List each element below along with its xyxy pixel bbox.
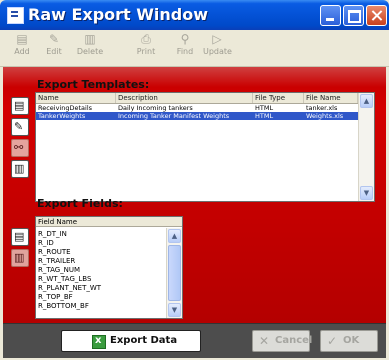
delete-button[interactable]: ▥ Delete	[76, 32, 104, 64]
list-item[interactable]: R_ROUTE	[38, 248, 71, 257]
export-panel: Export Templates: ▤ ✎ ⚯ ▥ Name Descripti…	[3, 67, 386, 323]
update-label: Update	[203, 47, 232, 56]
list-item[interactable]: R_TRAILER	[38, 257, 75, 266]
delete-label: Delete	[76, 47, 104, 56]
cell-name: TankerWeights	[38, 112, 86, 120]
add-template-button[interactable]: ▤	[11, 97, 29, 115]
find-button[interactable]: ⚲ Find	[171, 32, 199, 64]
column-file-name[interactable]: File Name	[304, 93, 358, 103]
update-icon: ▷	[212, 32, 222, 46]
link-icon: ⚯	[14, 141, 24, 154]
print-icon: ⎙	[141, 32, 151, 46]
edit-label: Edit	[46, 47, 62, 56]
add-label: Add	[14, 47, 30, 56]
add-field-button[interactable]: ▤	[11, 228, 29, 246]
title-bar[interactable]: Raw Export Window	[0, 0, 389, 30]
delete-template-button[interactable]: ▥	[11, 160, 29, 178]
minimize-button[interactable]	[320, 5, 341, 26]
raw-export-window: Raw Export Window ▤ Add ✎ Edit ▥ Delete …	[0, 0, 389, 360]
check-icon: ✓	[327, 334, 338, 348]
app-icon	[7, 7, 24, 24]
link-template-button[interactable]: ⚯	[11, 139, 29, 157]
export-data-label: Export Data	[110, 335, 178, 346]
table-row[interactable]: ReceivingDetails Daily Incoming tankers …	[36, 104, 358, 112]
edit-button[interactable]: ✎ Edit	[40, 32, 68, 64]
list-item[interactable]: R_DT_IN	[38, 230, 67, 239]
toolbar: ▤ Add ✎ Edit ▥ Delete ⎙ Print ⚲ Find ▷ U…	[0, 30, 389, 67]
table-row-selected[interactable]: TankerWeights Incoming Tanker Manifest W…	[36, 112, 358, 120]
add-icon: ▤	[14, 230, 25, 243]
scroll-up-icon[interactable]: ▲	[168, 229, 181, 243]
close-button[interactable]	[366, 5, 387, 26]
export-data-button[interactable]: Export Data	[61, 330, 201, 352]
cell-description: Incoming Tanker Manifest Weights	[118, 112, 230, 120]
column-description[interactable]: Description	[116, 93, 253, 103]
cell-file-name: Weights.xls	[306, 112, 344, 120]
templates-table[interactable]: Name Description File Type File Name Rec…	[35, 92, 375, 202]
delete-field-button[interactable]: ▥	[11, 249, 29, 267]
excel-icon	[92, 331, 106, 351]
find-icon: ⚲	[180, 32, 190, 46]
list-item[interactable]: R_WT_TAG_LBS	[38, 275, 91, 284]
action-bar: Export Data ✕ Cancel ✓ OK	[3, 323, 386, 358]
cell-file-name: tanker.xls	[306, 104, 338, 112]
find-label: Find	[176, 47, 194, 56]
edit-icon: ✎	[48, 32, 60, 46]
add-button[interactable]: ▤ Add	[8, 32, 36, 64]
ok-button[interactable]: ✓ OK	[320, 330, 378, 352]
trash-icon: ▥	[14, 162, 25, 175]
maximize-button[interactable]	[343, 5, 364, 26]
templates-header: Name Description File Type File Name	[36, 93, 358, 104]
edit-icon: ✎	[14, 120, 24, 133]
column-name[interactable]: Name	[36, 93, 116, 103]
scroll-thumb[interactable]	[168, 245, 181, 301]
cell-name: ReceivingDetails	[38, 104, 93, 112]
list-item[interactable]: R_TOP_BF	[38, 293, 73, 302]
update-button[interactable]: ▷ Update	[203, 32, 232, 64]
fields-list[interactable]: Field Name R_DT_IN R_ID R_ROUTE R_TRAILE…	[35, 216, 183, 319]
column-file-type[interactable]: File Type	[253, 93, 304, 103]
cell-file-type: HTML	[255, 112, 274, 120]
print-button[interactable]: ⎙ Print	[132, 32, 160, 64]
delete-icon: ▥	[84, 32, 96, 46]
print-label: Print	[136, 47, 156, 56]
list-item[interactable]: R_PLANT_NET_WT	[38, 284, 101, 293]
scroll-down-icon[interactable]: ▼	[360, 186, 373, 200]
trash-icon: ▥	[14, 251, 25, 264]
scroll-up-icon[interactable]: ▲	[360, 94, 373, 108]
close-icon: ✕	[259, 334, 270, 348]
fields-scrollbar[interactable]: ▲ ▼	[166, 228, 182, 318]
cancel-button[interactable]: ✕ Cancel	[252, 330, 313, 352]
add-icon: ▤	[16, 32, 28, 46]
templates-scrollbar[interactable]: ▲ ▼	[358, 93, 374, 201]
edit-template-button[interactable]: ✎	[11, 118, 29, 136]
export-fields-label: Export Fields:	[37, 197, 123, 210]
cell-file-type: HTML	[255, 104, 274, 112]
scroll-down-icon[interactable]: ▼	[168, 303, 181, 317]
list-item[interactable]: R_ID	[38, 239, 54, 248]
window-title: Raw Export Window	[28, 5, 209, 24]
add-icon: ▤	[14, 99, 25, 112]
cell-description: Daily Incoming tankers	[118, 104, 193, 112]
list-item[interactable]: R_BOTTOM_BF	[38, 302, 89, 311]
ok-label: OK	[343, 335, 360, 346]
cancel-label: Cancel	[275, 335, 313, 346]
export-templates-label: Export Templates:	[37, 78, 150, 91]
fields-header[interactable]: Field Name	[36, 217, 182, 227]
list-item[interactable]: R_TAG_NUM	[38, 266, 80, 275]
